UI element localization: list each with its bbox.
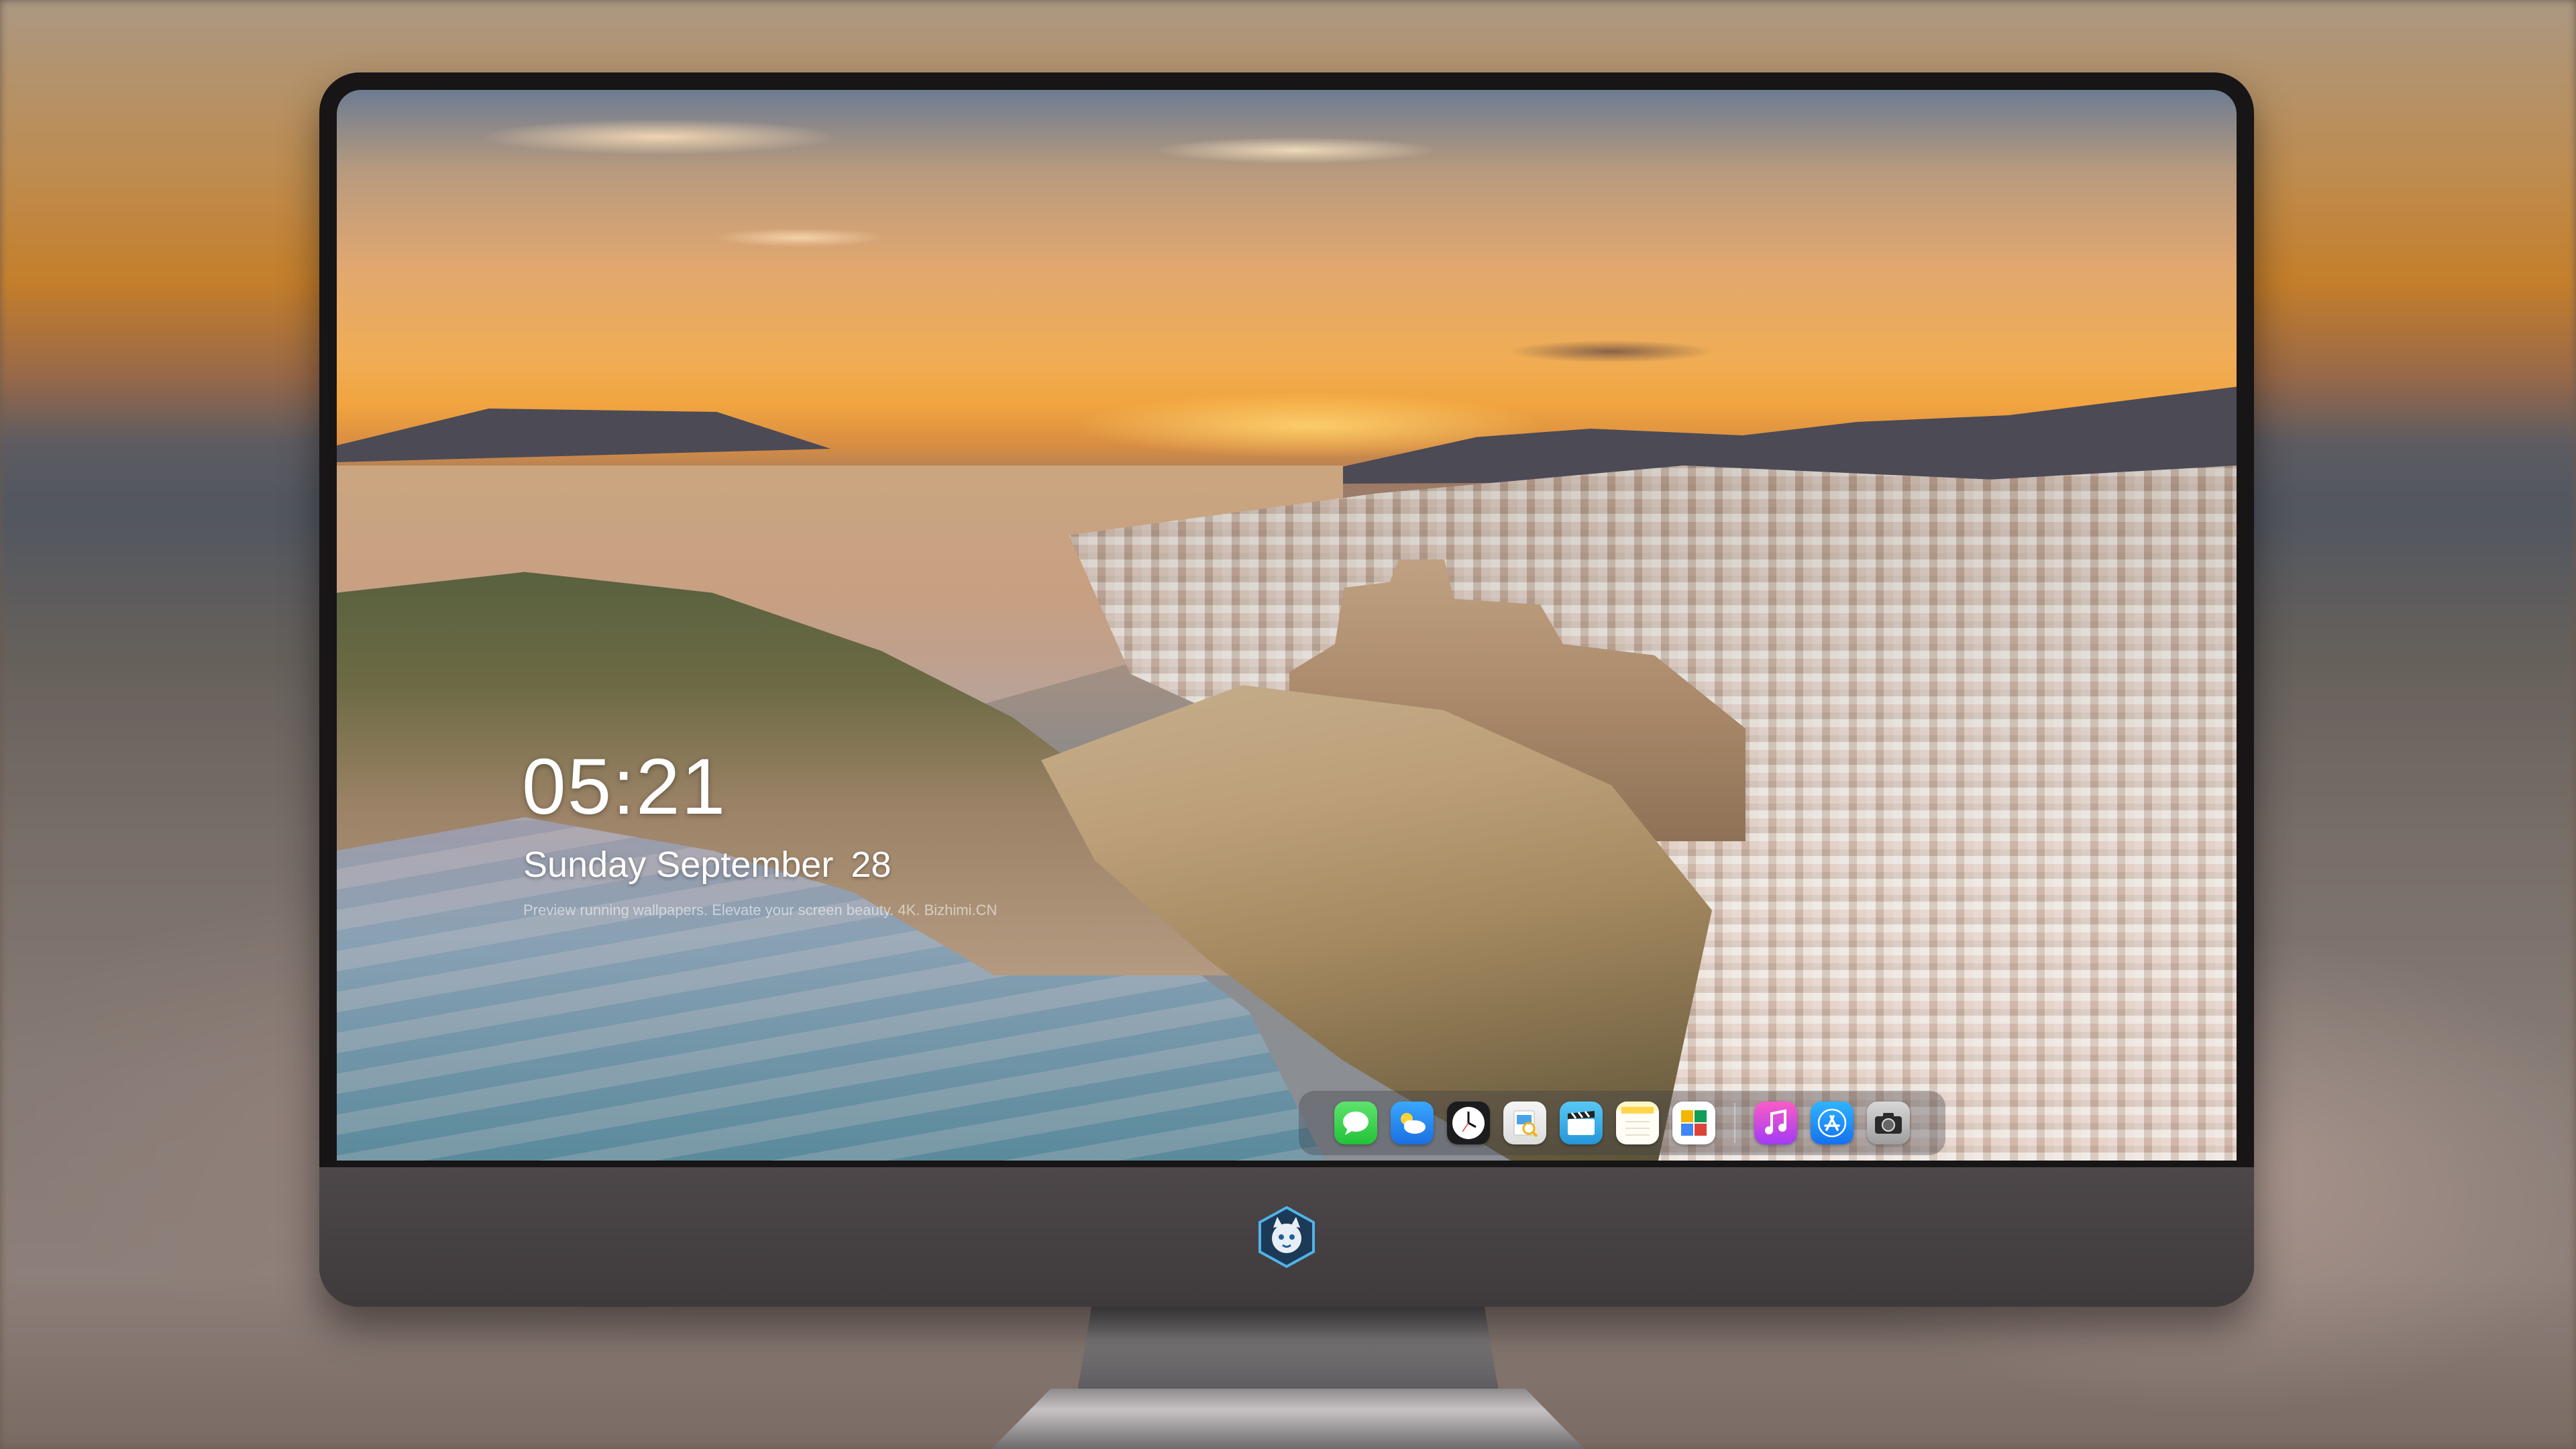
- messages-icon[interactable]: [1334, 1102, 1377, 1144]
- preview-icon[interactable]: [1503, 1102, 1546, 1144]
- dock-separator: [1734, 1103, 1735, 1143]
- monitor-chin: [319, 1167, 2254, 1307]
- mascot-logo-icon: [1254, 1205, 1319, 1269]
- clock-icon[interactable]: [1447, 1102, 1490, 1144]
- dock: [1299, 1091, 1945, 1155]
- photos-icon[interactable]: [1672, 1102, 1715, 1144]
- wallpaper-caption: Preview running wallpapers. Elevate your…: [523, 902, 998, 918]
- clips-icon[interactable]: [1560, 1102, 1603, 1144]
- date-weekday: Sunday: [523, 845, 647, 885]
- camera-icon[interactable]: [1867, 1102, 1910, 1144]
- lockscreen-time: 05:21: [522, 743, 727, 831]
- monitor-stand-base: [991, 1389, 1585, 1449]
- app-store-icon[interactable]: [1811, 1102, 1854, 1144]
- weather-icon[interactable]: [1391, 1102, 1434, 1144]
- lockscreen-date: Sunday September 28: [523, 844, 891, 885]
- notes-icon[interactable]: [1616, 1102, 1659, 1144]
- music-icon[interactable]: [1754, 1102, 1797, 1144]
- date-day: 28: [851, 845, 892, 885]
- monitor-frame: 05:21 Sunday September 28 Preview running…: [319, 72, 2254, 1307]
- date-month: September: [656, 845, 834, 885]
- monitor-stand-neck: [1077, 1295, 1499, 1395]
- screen: 05:21 Sunday September 28 Preview running…: [337, 90, 2237, 1161]
